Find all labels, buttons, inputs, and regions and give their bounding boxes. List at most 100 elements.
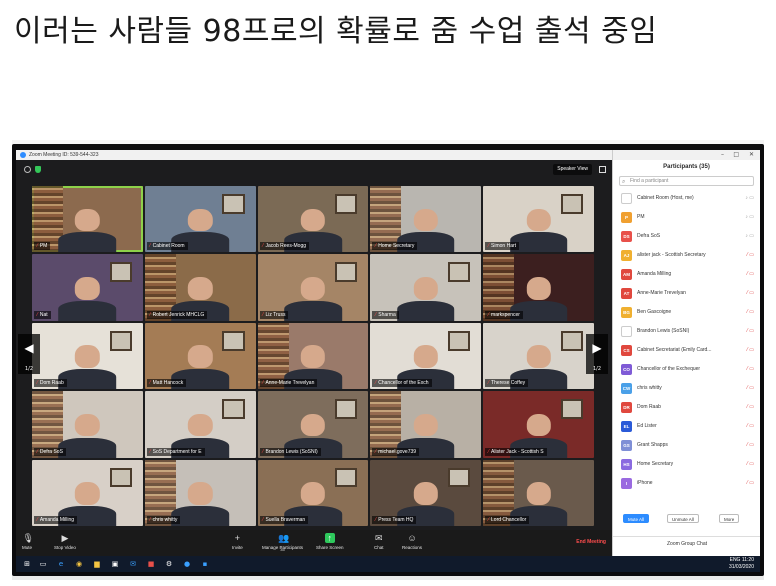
video-tile[interactable]: ⁄ markspencer <box>483 254 594 321</box>
video-tile[interactable]: ⁄ Alister Jack - Scottish S <box>483 391 594 458</box>
video-tile[interactable]: ⁄ Amanda Milling <box>32 459 143 526</box>
outlook-icon[interactable]: ✉ <box>128 559 138 569</box>
participant-name-tag: ⁄ PM <box>34 242 51 251</box>
muted-mic-icon: ⁄ ▭ <box>747 366 754 372</box>
video-tile[interactable]: ⁄ Nat <box>32 254 143 321</box>
chat-button[interactable]: ✉ Chat <box>374 533 384 551</box>
participant-row[interactable]: AT Anne-Marie Trevelyan ⁄ ▭ <box>613 284 760 303</box>
video-tile[interactable]: ⁄ Anne-Marie Trevelyan <box>257 322 369 390</box>
microphone-icon: ♪ ▭ <box>745 214 754 220</box>
tile-name: michael.gove739 <box>378 448 417 455</box>
muted-mic-icon: ⁄ ▭ <box>747 442 754 448</box>
invite-button[interactable]: + Invite <box>232 533 243 551</box>
participant-name: Home Secretary <box>637 461 674 467</box>
participant-row[interactable]: IiPhone ⁄ ▭ <box>613 474 760 493</box>
language-indicator: ENG <box>729 557 741 563</box>
participant-row[interactable]: BG Ben Gascoigne ⁄ ▭ <box>613 303 760 322</box>
info-icon[interactable] <box>24 166 31 173</box>
close-icon[interactable]: ✕ <box>749 151 754 158</box>
video-tile[interactable]: ⁄ Home Secretary <box>370 186 482 253</box>
participant-name-tag: ⁄ Cabinet Room <box>146 242 188 251</box>
video-tile[interactable]: ⁄ Matt Hancock <box>144 322 256 390</box>
video-tile[interactable]: ⁄ Lord Chancellor <box>483 459 594 526</box>
chrome-icon[interactable]: ◉ <box>74 559 84 569</box>
video-tile[interactable]: ⁄ Brandon Lewis (SoSNI) <box>257 391 369 458</box>
windows-taskbar: ⊞ ▭ e ◉ ▆ ▣ ✉ ■ ⚙ ● ▪ ENG 11:20 31/03/20… <box>16 556 760 572</box>
video-tile[interactable]: ⁄ Jacob Rees-Mogg <box>257 186 369 253</box>
video-tile[interactable]: ⁄ Robert Jenrick MHCLG <box>144 254 256 321</box>
video-tile[interactable]: ⁄ Therese Coffey <box>483 322 594 390</box>
chevron-left-icon: ◀ <box>24 341 34 355</box>
maximize-icon[interactable]: □ <box>733 151 739 158</box>
participant-row[interactable]: DR Dom Raab ⁄ ▭ <box>613 398 760 417</box>
video-tile[interactable]: ⁄ michael.gove739 <box>370 391 482 458</box>
video-tile[interactable]: ⁄ Suella Braverman <box>257 459 369 526</box>
mute-button[interactable]: 🎙 Mute <box>22 533 34 551</box>
video-tile[interactable]: ⁄ Simon Hart <box>483 186 594 253</box>
speaker-view-button[interactable]: Speaker View <box>553 164 592 175</box>
muted-mic-icon: ⁄ ▭ <box>747 480 754 486</box>
video-tile[interactable]: ⁄ Dom Raab <box>32 322 143 390</box>
muted-mic-icon: ⁄ ▭ <box>747 271 754 277</box>
edge-browser-icon[interactable]: e <box>56 559 66 569</box>
minimize-icon[interactable]: – <box>721 151 724 158</box>
muted-mic-icon: ⁄ ▭ <box>747 404 754 410</box>
prev-page-button[interactable]: ◀ 1/2 <box>18 334 40 374</box>
next-page-button[interactable]: ▶ 1/2 <box>586 334 608 374</box>
participant-row[interactable]: DS Defra SoS ♪ ▭ <box>613 227 760 246</box>
end-meeting-button[interactable]: End Meeting <box>576 539 606 545</box>
zoom-taskbar-icon[interactable]: ● <box>182 559 192 569</box>
find-participant-input[interactable]: ⌕ Find a participant <box>619 176 754 186</box>
fullscreen-icon[interactable] <box>599 166 606 173</box>
video-tile[interactable]: ⁄ SoS Department for E <box>144 391 256 458</box>
participant-row[interactable]: CO Chancellor of the Exchequer ⁄ ▭ <box>613 360 760 379</box>
app-icon[interactable]: ■ <box>146 559 156 569</box>
participant-row[interactable]: AM Amanda Milling ⁄ ▭ <box>613 265 760 284</box>
participants-panel: – □ ✕ Participants (35) ⌕ Find a partici… <box>612 150 760 556</box>
zoom-screen: Zoom Meeting ID: 539-544-323 Speaker Vie… <box>16 150 760 572</box>
folder-icon[interactable]: ▆ <box>92 559 102 569</box>
video-tile[interactable]: ⁄ PM <box>32 186 143 253</box>
group-chat-header[interactable]: Zoom Group Chat <box>613 536 760 550</box>
stop-video-button[interactable]: ▶ Stop Video <box>54 533 76 551</box>
video-tile[interactable]: ⁄ chris whitty <box>144 459 256 526</box>
participant-row[interactable]: GS Grant Shapps ⁄ ▭ <box>613 436 760 455</box>
more-button[interactable]: More <box>719 514 740 523</box>
shield-icon[interactable] <box>35 166 41 173</box>
tile-name: SoS Department for E <box>152 448 202 455</box>
participant-name-tag: ⁄ Robert Jenrick MHCLG <box>146 310 208 319</box>
participant-row[interactable]: EL Ed Lister ⁄ ▭ <box>613 417 760 436</box>
task-view-icon[interactable]: ▭ <box>38 559 48 569</box>
person-head <box>413 413 438 437</box>
video-tile[interactable]: ⁄ Cabinet Room <box>144 186 256 253</box>
participant-row[interactable]: HS Home Secretary ⁄ ▭ <box>613 455 760 474</box>
participant-row[interactable]: Brandon Lewis (SoSNI) ⁄ ▭ <box>613 322 760 341</box>
zoom-chat-taskbar-icon[interactable]: ▪ <box>200 559 210 569</box>
participant-row[interactable]: P PM ♪ ▭ <box>613 208 760 227</box>
video-tile[interactable]: ⁄ Defra SoS <box>32 391 143 458</box>
share-screen-button[interactable]: ↑ Share Screen <box>316 533 344 551</box>
participant-row[interactable]: CS Cabinet Secretariat (Emily Card... ⁄ ▭ <box>613 341 760 360</box>
reactions-button[interactable]: ☺ Reactions <box>402 533 422 551</box>
participant-name: Amanda Milling <box>637 271 672 277</box>
person-head <box>188 413 213 437</box>
tile-name: Matt Hancock <box>152 380 184 387</box>
store-icon[interactable]: ▣ <box>110 559 120 569</box>
person-head <box>75 208 100 232</box>
mute-all-button[interactable]: Mute All <box>623 514 650 523</box>
video-tile[interactable]: ⁄ Press Team HQ <box>370 459 482 526</box>
video-tile[interactable]: ⁄ Liz Truss <box>257 254 369 321</box>
windows-start-icon[interactable]: ⊞ <box>22 559 32 569</box>
participant-row[interactable]: AJ alister jack - Scottish Secretary ⁄ ▭ <box>613 246 760 265</box>
share-screen-label: Share Screen <box>316 545 344 550</box>
participant-row[interactable]: Cabinet Room (Host, me) ♪ ▭ <box>613 189 760 208</box>
participant-name: Grant Shapps <box>637 442 668 448</box>
video-tile[interactable]: ⁄ Chancellor of the Exch <box>370 322 482 390</box>
participant-name: Anne-Marie Trevelyan <box>637 290 686 296</box>
participant-row[interactable]: CW chris whitty ⁄ ▭ <box>613 379 760 398</box>
manage-participants-button[interactable]: 👥35 Manage Participants <box>262 533 303 552</box>
unmute-all-button[interactable]: Unmute All <box>667 514 699 523</box>
gear-icon[interactable]: ⚙ <box>164 559 174 569</box>
video-tile[interactable]: ⁄ Sharma <box>370 254 482 321</box>
participant-name-tag: ⁄ michael.gove739 <box>372 447 420 456</box>
